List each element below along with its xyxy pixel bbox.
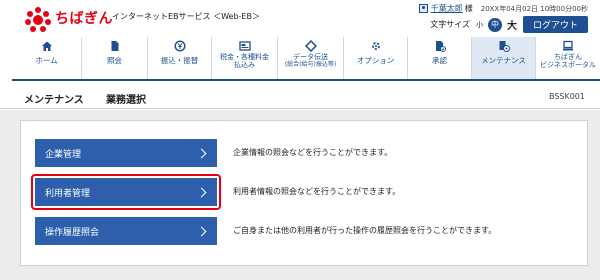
options-icon xyxy=(371,42,380,50)
nav-maintenance[interactable]: メンテナンス xyxy=(472,37,536,79)
nav-options[interactable]: オプション xyxy=(344,37,408,79)
header: ちばぎん インターネットEBサービス ＜Web-EB＞ 千葉太郎 様 20XX年… xyxy=(0,0,600,36)
menu-row-history: 操作履歴照会 ご自身または他の利用者が行った操作の履歴照会を行うことができます。 xyxy=(35,217,575,245)
chevron-right-icon xyxy=(196,148,207,158)
content-area: 企業管理 企業情報の照会などを行うことができます。 利用者管理 利用者情報の照会… xyxy=(0,110,600,280)
page-title: メンテナンス xyxy=(24,95,84,106)
nav-data-transfer-label: データ伝送 xyxy=(293,53,328,61)
font-size-small-button[interactable]: 小 xyxy=(476,20,483,30)
nav-tax-payment[interactable]: 税金・各種料金 払込み xyxy=(212,37,278,79)
login-time: 20XX年04月02日 10時00分00秒 xyxy=(480,4,588,13)
nav-business-portal[interactable]: ちばぎん ビジネスポータル xyxy=(536,37,600,79)
nav-inquiry[interactable]: 照会 xyxy=(82,37,148,79)
money-icon xyxy=(173,40,186,52)
global-nav: ホーム 照会 振込・振替 税金・各種料金 払込み データ伝送 (総合(給与)振込… xyxy=(12,37,600,81)
payment-icon xyxy=(238,41,251,51)
font-size-medium-button[interactable]: 中 xyxy=(487,17,502,32)
font-size-controls: 文字サイズ 小 中 大 ログアウト xyxy=(430,16,588,33)
company-management-button[interactable]: 企業管理 xyxy=(35,139,217,167)
nav-transfer-label: 振込・振替 xyxy=(160,56,199,65)
chevron-right-icon xyxy=(196,226,207,236)
home-icon xyxy=(41,41,52,51)
nav-tax-payment-label2: 払込み xyxy=(234,61,255,69)
logout-button[interactable]: ログアウト xyxy=(522,16,588,33)
user-info: 千葉太郎 様 20XX年04月02日 10時00分00秒 xyxy=(418,3,588,14)
title-bar: メンテナンス 業務選択 BSSK001 xyxy=(0,84,600,109)
nav-approval[interactable]: 承認 xyxy=(408,37,472,79)
user-suffix: 様 xyxy=(464,4,473,13)
company-management-description: 企業情報の照会などを行うことができます。 xyxy=(233,148,393,157)
nav-tax-payment-label: 税金・各種料金 xyxy=(220,53,269,61)
operation-history-button[interactable]: 操作履歴照会 xyxy=(35,217,217,245)
company-management-label: 企業管理 xyxy=(45,149,82,160)
nav-business-portal-label2: ビジネスポータル xyxy=(540,61,596,69)
chibagin-logo-icon xyxy=(25,7,51,32)
nav-home-label: ホーム xyxy=(35,56,58,65)
font-size-label: 文字サイズ xyxy=(430,20,470,29)
nav-options-label: オプション xyxy=(356,56,395,65)
nav-approval-label: 承認 xyxy=(432,56,447,65)
maintenance-icon xyxy=(499,41,510,52)
menu-row-user: 利用者管理 利用者情報の照会などを行うことができます。 xyxy=(31,174,575,210)
nav-data-transfer-sub: (総合(給与)振込等) xyxy=(284,61,337,68)
user-management-description: 利用者情報の照会などを行うことができます。 xyxy=(233,187,401,196)
menu-row-company: 企業管理 企業情報の照会などを行うことができます。 xyxy=(35,139,575,167)
nav-transfer[interactable]: 振込・振替 xyxy=(148,37,212,79)
operation-history-label: 操作履歴照会 xyxy=(45,227,100,238)
operation-history-description: ご自身または他の利用者が行った操作の履歴照会を行うことができます。 xyxy=(233,226,497,235)
menu-panel: 企業管理 企業情報の照会などを行うことができます。 利用者管理 利用者情報の照会… xyxy=(20,120,588,266)
nav-data-transfer[interactable]: データ伝送 (総合(給与)振込等) xyxy=(278,37,344,79)
brand-name: ちばぎん xyxy=(55,11,113,27)
screen-id: BSSK001 xyxy=(548,92,585,101)
nav-home[interactable]: ホーム xyxy=(12,37,82,79)
service-name: インターネットEBサービス ＜Web-EB＞ xyxy=(112,12,260,21)
page-subtitle: 業務選択 xyxy=(106,95,146,106)
font-size-large-button[interactable]: 大 xyxy=(507,17,517,32)
nav-inquiry-label: 照会 xyxy=(107,56,122,65)
nav-maintenance-label: メンテナンス xyxy=(481,56,526,65)
user-name-link[interactable]: 千葉太郎 xyxy=(431,3,463,14)
document-icon xyxy=(111,41,118,51)
nav-business-portal-label: ちばぎん xyxy=(554,53,582,61)
approval-icon xyxy=(435,41,446,52)
data-transfer-icon xyxy=(304,40,317,52)
user-icon xyxy=(418,4,428,13)
highlight-frame xyxy=(31,174,221,210)
computer-icon xyxy=(563,40,573,51)
